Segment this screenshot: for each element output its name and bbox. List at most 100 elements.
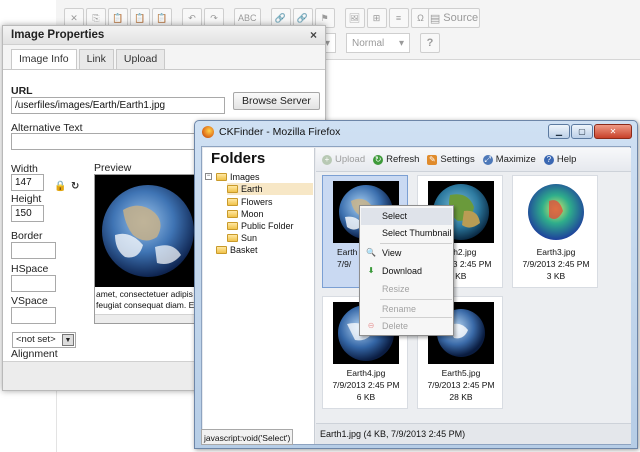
tree-label: Images [230,172,260,182]
url-label: URL [11,85,33,97]
file-name: Earth5.jpg [441,368,481,378]
close-window-button[interactable]: ✕ [594,124,632,139]
maximize-icon: ▢ [578,127,586,136]
hspace-label: HSpace [11,263,49,275]
help-icon: ? [543,154,554,165]
menu-label: View [382,248,402,258]
preview-horizontal-scrollbar[interactable] [95,314,201,323]
file-context-menu: Select Select Thumbnail 🔍 View ⬇ Downloa… [359,205,454,336]
menu-separator [380,243,452,244]
image-button[interactable]: 🖼 [344,8,365,28]
image-preview: amet, consectetuer adipis feugiat conseq… [94,174,202,324]
folder-icon [216,173,227,181]
chevron-down-icon: ▾ [398,37,404,49]
file-date: 7/9/2013 2:45 PM [332,380,400,390]
menu-item-rename[interactable]: Rename [361,301,452,318]
dialog-titlebar[interactable]: Image Properties × [3,26,325,45]
help-button[interactable]: ? Help [543,154,576,165]
file-name: Earth3.jpg [536,247,576,257]
tab-link[interactable]: Link [78,49,114,69]
dialog-title: Image Properties [11,29,105,41]
tab-image-info[interactable]: Image Info [11,49,77,69]
menu-item-select-thumbnail[interactable]: Select Thumbnail [361,225,452,242]
horizontal-rule-button[interactable]: ≡ [388,8,409,28]
width-input[interactable]: 147 [11,174,44,191]
help-button[interactable]: ? [420,33,440,53]
tree-label: Moon [241,209,264,219]
tree-item-basket[interactable]: Basket [216,244,258,256]
file-date: 13 2:45 PM [448,259,492,269]
file-date: 7/9/2013 2:45 PM [427,380,495,390]
close-icon[interactable]: × [310,28,317,42]
url-input[interactable]: /userfiles/images/Earth/Earth1.jpg [11,97,225,114]
maximize-button[interactable]: ⤢ Maximize [482,154,536,165]
undo-icon: ↶ [188,12,196,23]
minimize-icon: ▁ [555,127,563,136]
upload-label: Upload [335,154,366,165]
file-date: 7/9/2013 2:45 PM [522,259,590,269]
file-size: 4 KB [448,271,467,281]
tree-item-sun[interactable]: Sun [227,232,257,244]
hspace-input[interactable] [11,275,56,292]
window-titlebar[interactable]: CKFinder - Mozilla Firefox ▁ ▢ ✕ [195,121,637,143]
menu-item-resize[interactable]: Resize [361,281,452,298]
menu-separator [380,299,452,300]
collapse-toggle[interactable]: − [205,173,212,180]
tab-upload[interactable]: Upload [115,49,166,69]
browse-server-button[interactable]: Browse Server [233,92,320,110]
preview-text-line-2: feugiat consequat diam. E [96,300,195,310]
delete-icon: ⊖ [367,321,375,330]
menu-item-delete[interactable]: ⊖ Delete [361,318,452,335]
close-icon: ✕ [609,127,617,136]
maximize-window-button[interactable]: ▢ [571,124,593,139]
table-button[interactable]: ⊞ [366,8,387,28]
redo-icon: ↷ [210,12,218,23]
special-char-icon: Ω [417,13,424,23]
preview-label: Preview [94,162,132,174]
menu-item-select[interactable]: Select [361,208,452,225]
preview-text-line-1: amet, consectetuer adipis [96,289,193,299]
height-input[interactable]: 150 [11,205,44,222]
file-thumbnail-earth3[interactable]: Earth3.jpg 7/9/2013 2:45 PM 3 KB [512,175,598,288]
link-icon: 🔗 [274,12,287,23]
table-icon: ⊞ [372,12,381,23]
tree-item-images[interactable]: Images [216,171,260,183]
folder-icon [227,198,238,206]
folder-icon [227,210,238,218]
border-input[interactable] [11,242,56,259]
window-controls: ▁ ▢ ✕ [548,124,632,139]
tree-item-flowers[interactable]: Flowers [227,196,273,208]
menu-label: Select [382,211,408,221]
menu-item-download[interactable]: ⬇ Download [361,263,452,280]
menu-label: Download [382,266,423,276]
upload-button[interactable]: + Upload [322,154,365,165]
tree-item-public-folder[interactable]: Public Folder [227,220,294,232]
format-combo-value: Normal [352,37,385,49]
minimize-button[interactable]: ▁ [548,124,570,139]
tree-item-earth[interactable]: Earth [227,183,313,195]
cut-icon: ✕ [70,12,78,23]
settings-button[interactable]: ✎ Settings [427,154,475,165]
maximize-label: Maximize [495,154,536,165]
alignment-select-value: <not set> [16,334,56,345]
settings-label: Settings [440,154,475,165]
lock-ratio-icon[interactable]: 🔒 [54,181,66,192]
folder-icon [227,185,238,193]
tree-label: Earth [241,184,263,194]
source-button[interactable]: ▤ Source [428,8,480,28]
help-icon: ? [426,37,434,49]
refresh-button[interactable]: ↻ Refresh [373,154,419,165]
earth-preview-image [95,175,201,287]
file-name: rth2.jpg [448,247,477,257]
folder-icon [227,234,238,242]
reset-size-icon[interactable]: ↻ [71,181,79,192]
menu-label: Rename [382,304,417,314]
vspace-input[interactable] [11,307,56,324]
menu-item-view[interactable]: 🔍 View [361,245,452,262]
chevron-down-icon: ▼ [62,334,74,346]
alignment-select[interactable]: <not set> ▼ [12,332,76,348]
menu-label: Resize [382,284,410,294]
format-combo[interactable]: Normal ▾ [346,33,410,53]
tree-item-moon[interactable]: Moon [227,208,264,220]
file-size: 28 KB [449,392,473,402]
